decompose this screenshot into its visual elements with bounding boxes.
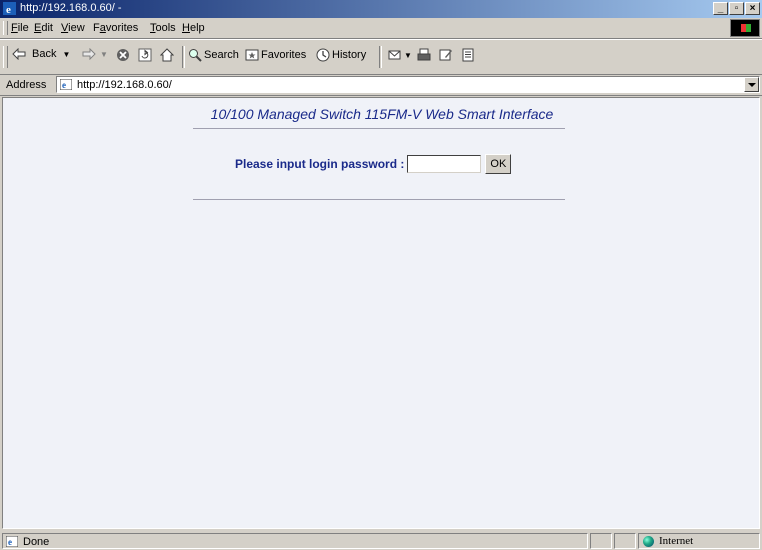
title-bar: e http://192.168.0.60/ - _ ▫ × [0,0,762,18]
back-button[interactable]: Back ▼ [12,48,70,60]
menu-favorites[interactable]: Favorites [93,22,138,34]
favorites-label: Favorites [261,49,307,61]
internet-globe-icon [643,536,654,547]
discuss-icon [462,48,474,62]
address-label: Address [6,79,47,91]
history-button[interactable]: History [316,48,366,62]
password-input[interactable] [407,155,482,173]
svg-text:e: e [6,4,11,15]
address-url: http://192.168.0.60/ [77,79,172,91]
page-icon: e [60,79,72,90]
page-content: 10/100 Managed Switch 115FM-V Web Smart … [2,97,760,529]
toolbar-grip [3,46,8,68]
maximize-button[interactable]: ▫ [729,2,744,15]
home-button[interactable] [160,48,174,62]
back-label: Back [32,48,57,60]
password-label: Please input login password : [235,157,405,171]
address-dropdown-icon[interactable] [744,77,759,92]
back-arrow-icon [12,48,26,60]
menu-file[interactable]: File [11,22,29,34]
home-icon [160,48,174,62]
favorites-icon [245,49,259,61]
favorites-button[interactable]: Favorites [245,48,306,62]
search-label: Search [204,49,239,61]
status-cell [590,533,612,549]
menubar-grip [3,21,8,35]
menu-bar: File Edit View Favorites Tools Help [0,18,762,39]
search-icon [189,49,202,62]
mail-dropdown-icon[interactable]: ▼ [404,51,412,60]
status-page-icon: e [6,536,18,547]
close-button[interactable]: × [745,2,760,15]
toolbar-separator [379,46,382,68]
form-divider [193,199,565,200]
back-dropdown-icon[interactable]: ▼ [62,50,70,59]
history-icon [316,48,330,62]
windows-logo-icon [730,19,760,37]
refresh-icon [138,48,152,62]
forward-dropdown-icon[interactable]: ▼ [100,50,108,59]
menu-edit[interactable]: Edit [34,22,53,34]
menu-view[interactable]: View [61,22,85,34]
zone-label: Internet [659,535,694,547]
status-bar: e Done Internet [0,531,762,550]
svg-text:e: e [8,537,12,547]
toolbar-separator [182,46,185,68]
login-form: Please input login password : OK [235,154,512,174]
print-button[interactable] [417,48,431,62]
menu-tools[interactable]: Tools [150,22,176,34]
standard-toolbar: Back ▼ ▼ Search Favorites History ▼ [0,39,762,75]
status-main: e Done [2,533,588,549]
window-title: http://192.168.0.60/ - [20,2,122,14]
menu-help[interactable]: Help [182,22,205,34]
mail-icon [388,50,401,60]
security-zone: Internet [638,533,760,549]
discuss-button[interactable] [461,48,475,62]
edit-icon [439,49,452,61]
status-text: Done [23,536,50,548]
forward-button[interactable]: ▼ [82,48,108,60]
address-input[interactable]: e http://192.168.0.60/ [56,76,760,93]
ie-logo-icon: e [3,2,16,15]
search-button[interactable]: Search [188,48,239,62]
refresh-button[interactable] [138,48,152,62]
forward-arrow-icon [82,48,96,60]
stop-button[interactable] [116,48,130,62]
svg-text:e: e [62,80,66,90]
ok-button[interactable]: OK [485,154,512,174]
status-cell [614,533,636,549]
address-bar: Address e http://192.168.0.60/ [0,75,762,96]
minimize-button[interactable]: _ [713,2,728,15]
history-label: History [332,49,367,61]
mail-button[interactable]: ▼ [388,48,412,62]
heading-divider [193,128,565,129]
print-icon [417,48,431,61]
page-heading: 10/100 Managed Switch 115FM-V Web Smart … [210,106,554,122]
stop-icon [117,49,129,61]
edit-button[interactable] [439,48,453,62]
